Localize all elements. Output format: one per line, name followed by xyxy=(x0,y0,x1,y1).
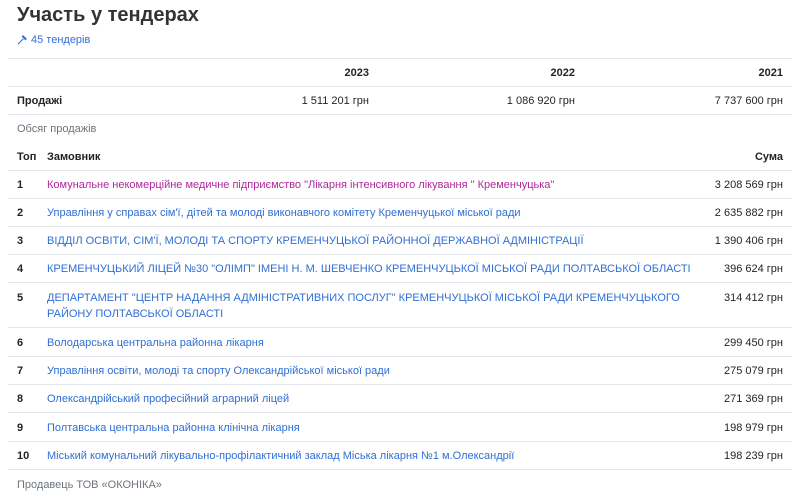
customer-link[interactable]: Управління у справах сім'ї, дітей та мол… xyxy=(47,205,521,221)
sales-caption: Обсяг продажів xyxy=(17,123,97,135)
row-rank: 10 xyxy=(17,450,30,462)
divider xyxy=(8,412,792,413)
col-sum-header: Сума xyxy=(754,151,783,163)
divider xyxy=(8,198,792,199)
customer-link[interactable]: Полтавська центральна районна клінічна л… xyxy=(47,420,300,436)
row-sum: 3 208 569 грн xyxy=(714,179,783,191)
customer-link[interactable]: Олександрійський професійний аграрний лі… xyxy=(47,391,289,407)
row-sum: 1 390 406 грн xyxy=(714,235,783,247)
tenders-count-link[interactable]: 45 тендерів xyxy=(16,33,90,47)
divider xyxy=(8,254,792,255)
customer-link[interactable]: ДЕПАРТАМЕНТ "ЦЕНТР НАДАННЯ АДМІНІСТРАТИВ… xyxy=(47,290,687,322)
customer-link[interactable]: ВІДДІЛ ОСВІТИ, СІМ'Ї, МОЛОДІ ТА СПОРТУ К… xyxy=(47,233,584,249)
divider xyxy=(8,170,792,171)
row-rank: 9 xyxy=(17,422,24,434)
customer-link[interactable]: Володарська центральна районна лікарня xyxy=(47,335,264,351)
row-sum: 198 979 грн xyxy=(723,422,783,434)
sales-2022-value: 1 086 920 грн xyxy=(506,95,575,107)
row-sum: 198 239 грн xyxy=(723,450,783,462)
row-sum: 2 635 882 грн xyxy=(714,207,783,219)
year-2023-header: 2023 xyxy=(344,67,369,79)
customer-link[interactable]: КРЕМЕНЧУЦЬКИЙ ЛІЦЕЙ №30 "ОЛІМП" ІМЕНІ Н.… xyxy=(47,261,691,277)
row-sum: 275 079 грн xyxy=(723,365,783,377)
divider xyxy=(8,327,792,328)
divider xyxy=(8,282,792,283)
year-2022-header: 2022 xyxy=(550,67,575,79)
row-sum: 271 369 грн xyxy=(723,393,783,405)
divider xyxy=(8,226,792,227)
seller-caption: Продавець ТОВ «ОКОНІКА» xyxy=(17,479,162,491)
row-rank: 5 xyxy=(17,292,24,304)
row-sum: 396 624 грн xyxy=(723,263,783,275)
row-rank: 1 xyxy=(17,179,24,191)
row-rank: 8 xyxy=(17,393,24,405)
row-rank: 6 xyxy=(17,337,24,349)
col-customer-header: Замовник xyxy=(47,151,101,163)
row-sum: 314 412 грн xyxy=(723,292,783,304)
divider xyxy=(8,441,792,442)
tenders-count-label: 45 тендерів xyxy=(31,34,91,46)
divider xyxy=(8,58,792,59)
customer-link[interactable]: Комунальне некомерційне медичне підприєм… xyxy=(47,177,554,193)
row-rank: 7 xyxy=(17,365,24,377)
col-top-header: Топ xyxy=(17,151,37,163)
row-sum: 299 450 грн xyxy=(723,337,783,349)
sales-row-label: Продажі xyxy=(17,95,63,107)
divider xyxy=(8,114,792,115)
customer-link[interactable]: Управління освіти, молоді та спорту Олек… xyxy=(47,363,390,379)
page-title: Участь у тендерах xyxy=(17,4,199,26)
sales-2023-value: 1 511 201 грн xyxy=(301,95,369,107)
divider xyxy=(8,86,792,87)
row-rank: 2 xyxy=(17,207,24,219)
row-rank: 4 xyxy=(17,263,24,275)
row-rank: 3 xyxy=(17,235,24,247)
divider xyxy=(8,469,792,470)
divider xyxy=(8,384,792,385)
customer-link[interactable]: Міський комунальний лікувально-профілакт… xyxy=(47,448,514,464)
hammer-icon xyxy=(17,35,27,45)
year-2021-header: 2021 xyxy=(758,67,783,79)
sales-2021-value: 7 737 600 грн xyxy=(714,95,783,107)
divider xyxy=(8,356,792,357)
